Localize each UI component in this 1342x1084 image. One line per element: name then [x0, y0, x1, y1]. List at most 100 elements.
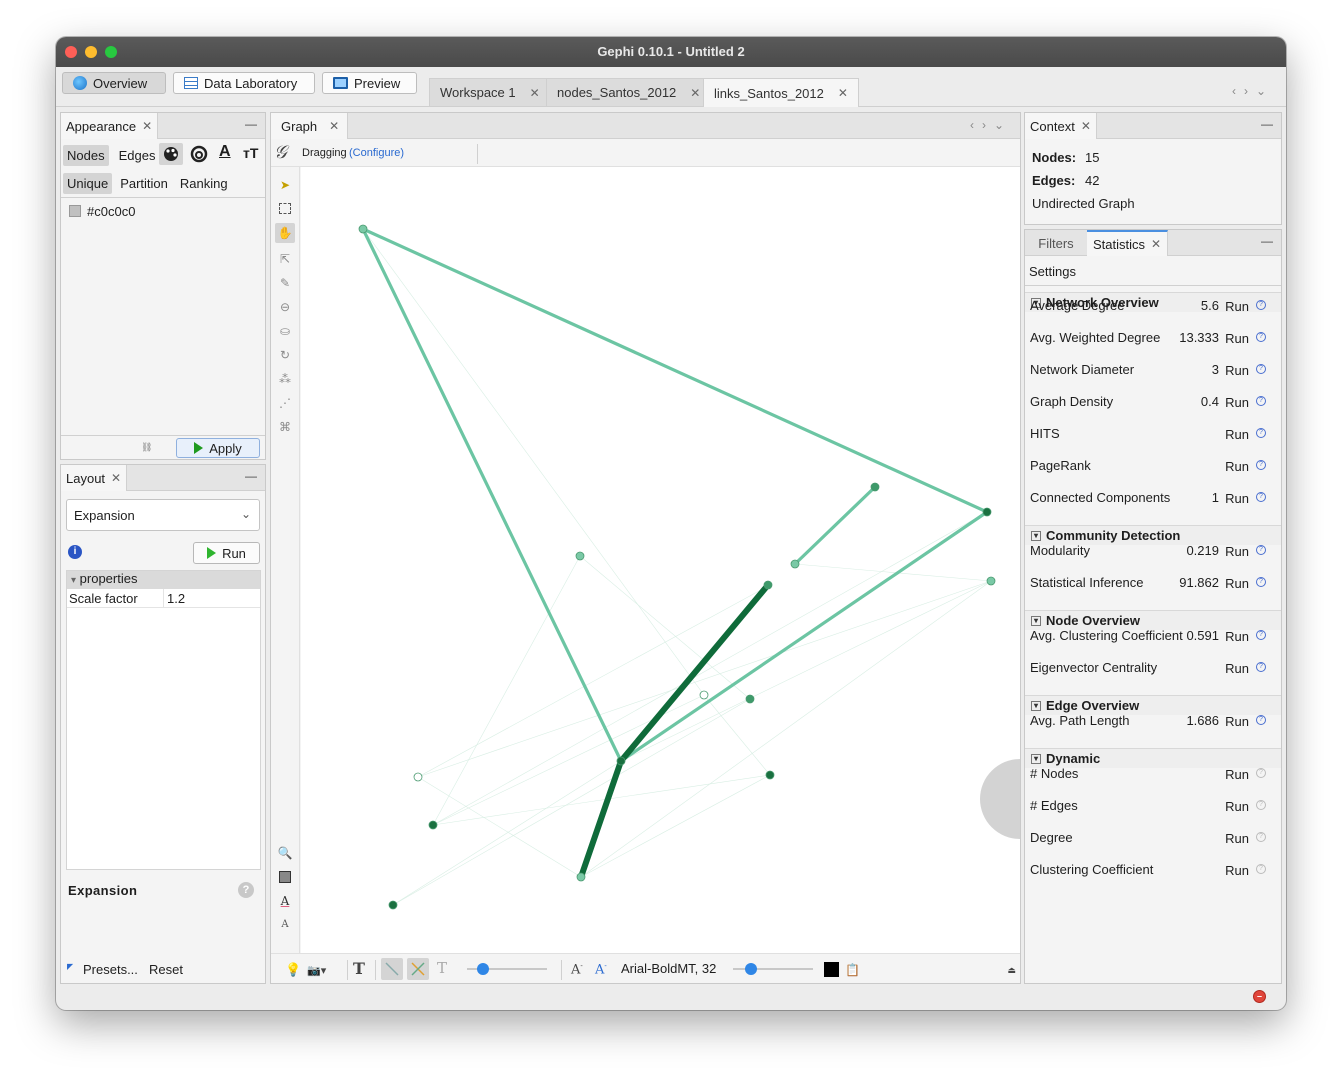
- label-color-swatch[interactable]: [824, 962, 839, 977]
- graph-node[interactable]: [982, 507, 992, 517]
- workspace-tab[interactable]: Workspace 1 ✕: [429, 78, 551, 106]
- label-size-icon[interactable]: A: [277, 917, 293, 933]
- help-icon[interactable]: ?: [1256, 864, 1266, 874]
- graph-node[interactable]: [763, 580, 773, 590]
- graph-node[interactable]: [765, 770, 775, 780]
- property-value[interactable]: 1.2: [167, 591, 185, 606]
- graph-node[interactable]: [616, 756, 626, 766]
- help-icon[interactable]: ?: [1256, 662, 1266, 672]
- close-icon[interactable]: ✕: [142, 119, 152, 133]
- layout-run-button[interactable]: Run: [193, 542, 260, 564]
- help-icon[interactable]: ?: [1256, 715, 1266, 725]
- minimize-icon[interactable]: —: [1261, 117, 1273, 131]
- graph-node[interactable]: [576, 872, 586, 882]
- stat-run-button[interactable]: Run: [1225, 661, 1249, 676]
- settings-button[interactable]: Settings: [1029, 264, 1076, 279]
- color-mode-button[interactable]: [159, 143, 183, 165]
- edge-brush-icon[interactable]: ⊖: [277, 299, 293, 315]
- paint-bucket-icon[interactable]: ⛀: [277, 323, 293, 339]
- error-indicator-icon[interactable]: –: [1253, 990, 1266, 1003]
- help-icon[interactable]: ?: [1256, 800, 1266, 810]
- tab-statistics[interactable]: Statistics ✕: [1087, 230, 1169, 256]
- label-color-icon[interactable]: A: [219, 143, 231, 161]
- help-icon[interactable]: ?: [1256, 332, 1266, 342]
- size-icon[interactable]: [189, 144, 209, 164]
- graph-node[interactable]: [413, 772, 423, 782]
- screenshot-icon[interactable]: 📷▾: [307, 964, 326, 980]
- properties-header[interactable]: ▾ properties: [67, 571, 260, 589]
- tab-context[interactable]: Context ✕: [1025, 113, 1097, 139]
- preview-button[interactable]: Preview: [322, 72, 417, 94]
- help-icon[interactable]: ?: [1256, 300, 1266, 310]
- help-icon[interactable]: ?: [1256, 832, 1266, 842]
- graph-node[interactable]: [358, 224, 368, 234]
- data-laboratory-button[interactable]: Data Laboratory: [173, 72, 315, 94]
- edge-labels-icon[interactable]: T: [437, 959, 447, 977]
- stat-run-button[interactable]: Run: [1225, 831, 1249, 846]
- graph-node[interactable]: [745, 694, 755, 704]
- pencil-icon[interactable]: ✎: [277, 275, 293, 291]
- tab-appearance[interactable]: Appearance ✕: [61, 113, 159, 139]
- layout-select[interactable]: Expansion ⌄: [66, 499, 260, 531]
- help-icon[interactable]: ?: [1256, 460, 1266, 470]
- tab-layout[interactable]: Layout ✕: [61, 465, 128, 491]
- edges-toggle[interactable]: Edges: [115, 145, 160, 166]
- stat-run-button[interactable]: Run: [1225, 331, 1249, 346]
- stat-run-button[interactable]: Run: [1225, 363, 1249, 378]
- edge-scale-slider-thumb[interactable]: [477, 963, 489, 975]
- reset-button[interactable]: Reset: [149, 962, 183, 977]
- attributes-icon[interactable]: 📋: [845, 963, 860, 979]
- stat-run-button[interactable]: Run: [1225, 544, 1249, 559]
- close-icon[interactable]: ✕: [530, 86, 540, 100]
- graph-node[interactable]: [428, 820, 438, 830]
- font-decrease-icon[interactable]: A-: [571, 962, 583, 978]
- close-icon[interactable]: ✕: [1081, 119, 1091, 133]
- configure-link[interactable]: (Configure): [349, 147, 404, 159]
- minimize-icon[interactable]: —: [1261, 234, 1273, 248]
- workspace-tab-active[interactable]: links_Santos_2012 ✕: [703, 78, 859, 107]
- tab-graph[interactable]: Graph ✕: [271, 113, 349, 139]
- overview-button[interactable]: Overview: [62, 72, 166, 94]
- close-icon[interactable]: ✕: [838, 86, 848, 100]
- unique-tab[interactable]: Unique: [63, 173, 113, 194]
- rectangle-select-icon[interactable]: [277, 201, 293, 217]
- help-icon[interactable]: ?: [1256, 396, 1266, 406]
- stat-run-button[interactable]: Run: [1225, 427, 1249, 442]
- presets-button[interactable]: Presets...: [83, 962, 138, 977]
- tab-nav-arrows[interactable]: ‹›⌄: [970, 118, 1012, 132]
- nodes-toggle[interactable]: Nodes: [63, 145, 109, 166]
- close-icon[interactable]: ✕: [1151, 237, 1161, 251]
- add-node-icon[interactable]: ⁂: [277, 371, 293, 387]
- stat-run-button[interactable]: Run: [1225, 629, 1249, 644]
- help-icon[interactable]: ?: [1256, 545, 1266, 555]
- graph-node[interactable]: [388, 900, 398, 910]
- graph-node[interactable]: [575, 551, 585, 561]
- graph-node[interactable]: [699, 690, 709, 700]
- select-arrow-icon[interactable]: ➤: [277, 177, 293, 193]
- close-icon[interactable]: ✕: [690, 86, 700, 100]
- help-icon[interactable]: ?: [1256, 428, 1266, 438]
- stat-run-button[interactable]: Run: [1225, 576, 1249, 591]
- graph-node[interactable]: [986, 576, 996, 586]
- chain-icon[interactable]: ⛓: [141, 442, 152, 453]
- help-icon[interactable]: ?: [1256, 364, 1266, 374]
- lightbulb-icon[interactable]: 💡: [285, 962, 301, 978]
- label-size-icon[interactable]: ᴛT: [243, 145, 258, 161]
- stat-run-button[interactable]: Run: [1225, 799, 1249, 814]
- edge-color-toggle[interactable]: [407, 958, 429, 980]
- close-icon[interactable]: ✕: [329, 119, 339, 133]
- stat-run-button[interactable]: Run: [1225, 299, 1249, 314]
- tab-nav-arrows[interactable]: ‹›⌄: [1232, 84, 1274, 98]
- font-selector[interactable]: Arial-BoldMT, 32: [621, 961, 716, 976]
- info-icon[interactable]: i: [68, 545, 82, 559]
- graph-canvas[interactable]: [301, 167, 1020, 953]
- partition-tab[interactable]: Partition: [116, 173, 172, 194]
- select-neighbors-icon[interactable]: ⇱: [277, 251, 293, 267]
- font-increase-icon[interactable]: A-: [595, 962, 607, 978]
- help-icon[interactable]: ?: [1256, 492, 1266, 502]
- ranking-tab[interactable]: Ranking: [176, 173, 232, 194]
- rotate-icon[interactable]: ↻: [277, 347, 293, 363]
- stat-run-button[interactable]: Run: [1225, 395, 1249, 410]
- expand-bar-icon[interactable]: ⏏: [1007, 965, 1016, 981]
- graph-node[interactable]: [790, 559, 800, 569]
